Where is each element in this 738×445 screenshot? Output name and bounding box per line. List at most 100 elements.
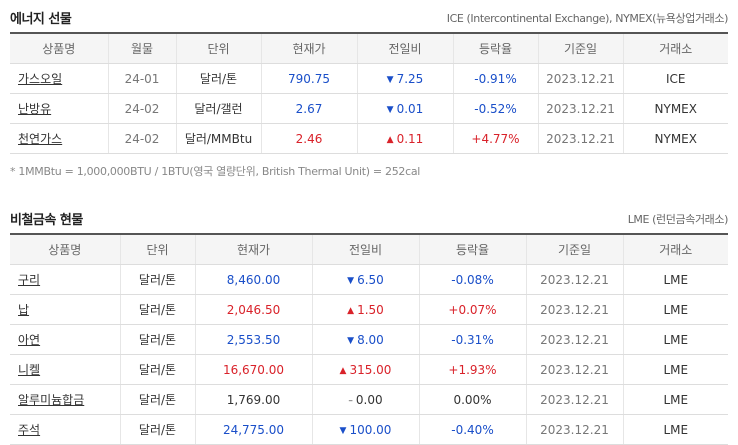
rate-cell: -0.31% bbox=[419, 324, 527, 355]
price-cell-text: 2.67 bbox=[295, 101, 323, 116]
price-cell-text: 24,775.00 bbox=[222, 422, 285, 437]
col-header-change: 전일비 bbox=[357, 33, 454, 64]
product-name-cell: 알루미늄합금 bbox=[10, 384, 121, 415]
rate-cell-text: 0.00% bbox=[453, 392, 492, 407]
triangle-up-icon: ▲ bbox=[347, 305, 355, 316]
rate-cell-text: +1.93% bbox=[448, 362, 497, 377]
product-link[interactable]: 가스오일 bbox=[18, 72, 62, 86]
triangle-down-icon: ▼ bbox=[386, 74, 394, 85]
rate-cell: +1.93% bbox=[419, 354, 527, 385]
month-cell: 24-02 bbox=[108, 93, 177, 124]
product-name-cell: 가스오일 bbox=[10, 63, 109, 94]
rate-cell: -0.40% bbox=[419, 414, 527, 445]
date-cell-text: 2023.12.21 bbox=[540, 302, 609, 317]
month-cell-text: 24-02 bbox=[124, 101, 160, 116]
change-cell: ▼ 0.01 bbox=[357, 93, 454, 124]
month-cell: 24-02 bbox=[108, 123, 177, 154]
triangle-up-icon: ▲ bbox=[339, 365, 347, 376]
product-link[interactable]: 난방유 bbox=[18, 102, 51, 116]
price-cell-text: 1,769.00 bbox=[226, 392, 281, 407]
unit-cell: 달러/톤 bbox=[120, 354, 196, 385]
dash-icon: – bbox=[348, 395, 353, 406]
price-cell: 2,553.50 bbox=[195, 324, 313, 355]
price-cell-text: 16,670.00 bbox=[222, 362, 285, 377]
table-row: 난방유 24-02 달러/갤런 2.67 ▼ 0.01 -0.52% 2023.12.21 NY… bbox=[10, 93, 728, 124]
date-cell-text: 2023.12.21 bbox=[546, 131, 615, 146]
exchange-cell: LME bbox=[623, 324, 728, 355]
product-link[interactable]: 알루미늄합금 bbox=[18, 393, 84, 407]
unit-cell: 달러/톤 bbox=[120, 294, 196, 325]
date-cell-text: 2023.12.21 bbox=[540, 272, 609, 287]
date-cell: 2023.12.21 bbox=[538, 63, 624, 94]
date-cell: 2023.12.21 bbox=[538, 93, 624, 124]
product-link[interactable]: 구리 bbox=[18, 273, 40, 287]
metals-section-header: 비철금속 현물 LME (런던금속거래소) bbox=[10, 209, 728, 229]
price-cell-text: 2,553.50 bbox=[226, 332, 281, 347]
product-name-cell: 주석 bbox=[10, 414, 121, 445]
rate-cell-text: +4.77% bbox=[471, 131, 520, 146]
product-link[interactable]: 아연 bbox=[18, 333, 40, 347]
price-cell: 2,046.50 bbox=[195, 294, 313, 325]
col-header-rate: 등락율 bbox=[453, 33, 539, 64]
rate-cell-text: -0.40% bbox=[451, 422, 494, 437]
price-cell-text: 2,046.50 bbox=[226, 302, 281, 317]
change-cell: ▼ 100.00 bbox=[312, 414, 420, 445]
exchange-cell-text: NYMEX bbox=[654, 131, 697, 146]
rate-cell-text: +0.07% bbox=[448, 302, 497, 317]
exchange-cell-text: LME bbox=[663, 332, 689, 347]
unit-cell-text: 달러/톤 bbox=[138, 273, 177, 287]
unit-cell: 달러/MMBtu bbox=[176, 123, 262, 154]
col-header-date: 기준일 bbox=[538, 33, 624, 64]
table-row: 가스오일 24-01 달러/톤 790.75 ▼ 7.25 -0.91% 2023.12.21… bbox=[10, 63, 728, 94]
unit-cell-text: 달러/톤 bbox=[199, 72, 238, 86]
date-cell-text: 2023.12.21 bbox=[546, 101, 615, 116]
unit-cell-text: 달러/톤 bbox=[138, 423, 177, 437]
unit-cell: 달러/톤 bbox=[176, 63, 262, 94]
rate-cell-text: -0.31% bbox=[451, 332, 494, 347]
col-header-unit: 단위 bbox=[176, 33, 262, 64]
change-value: 0.01 bbox=[396, 101, 424, 116]
product-link[interactable]: 주석 bbox=[18, 423, 40, 437]
date-cell: 2023.12.21 bbox=[526, 264, 624, 295]
col-header-month: 월물 bbox=[108, 33, 177, 64]
date-cell-text: 2023.12.21 bbox=[540, 332, 609, 347]
unit-cell-text: 달러/톤 bbox=[138, 303, 177, 317]
energy-section-header: 에너지 선물 ICE (Intercontinental Exchange), … bbox=[10, 8, 728, 28]
product-name-cell: 구리 bbox=[10, 264, 121, 295]
date-cell: 2023.12.21 bbox=[526, 324, 624, 355]
rate-cell: -0.91% bbox=[453, 63, 539, 94]
col-header-name: 상품명 bbox=[10, 234, 121, 265]
exchange-cell: LME bbox=[623, 294, 728, 325]
unit-cell-text: 달러/톤 bbox=[138, 363, 177, 377]
change-value: 6.50 bbox=[357, 272, 384, 287]
table-row: 구리 달러/톤 8,460.00 ▼ 6.50 -0.08% 2023.12.21 LME bbox=[10, 264, 728, 295]
exchange-cell: ICE bbox=[623, 63, 728, 94]
date-cell-text: 2023.12.21 bbox=[540, 422, 609, 437]
table-row: 아연 달러/톤 2,553.50 ▼ 8.00 -0.31% 2023.12.21 LME bbox=[10, 324, 728, 355]
metals-section-title: 비철금속 현물 bbox=[10, 213, 83, 228]
product-name-cell: 난방유 bbox=[10, 93, 109, 124]
energy-header-row: 상품명 월물 단위 현재가 전일비 등락율 기준일 거래소 bbox=[10, 33, 728, 64]
change-value: 0.11 bbox=[396, 131, 424, 146]
metals-header-row: 상품명 단위 현재가 전일비 등락율 기준일 거래소 bbox=[10, 234, 728, 265]
col-header-name: 상품명 bbox=[10, 33, 109, 64]
product-link[interactable]: 니켈 bbox=[18, 363, 40, 377]
change-cell: ▲ 0.11 bbox=[357, 123, 454, 154]
triangle-down-icon: ▼ bbox=[347, 335, 355, 346]
product-name-cell: 천연가스 bbox=[10, 123, 109, 154]
col-header-price: 현재가 bbox=[195, 234, 313, 265]
triangle-down-icon: ▼ bbox=[347, 275, 355, 286]
unit-cell-text: 달러/MMBtu bbox=[184, 132, 253, 146]
product-link[interactable]: 납 bbox=[18, 303, 29, 317]
price-cell: 790.75 bbox=[261, 63, 358, 94]
unit-cell: 달러/톤 bbox=[120, 414, 196, 445]
price-cell: 2.46 bbox=[261, 123, 358, 154]
change-value: 1.50 bbox=[357, 302, 384, 317]
table-row: 납 달러/톤 2,046.50 ▲ 1.50 +0.07% 2023.12.21 LME bbox=[10, 294, 728, 325]
change-value: 8.00 bbox=[357, 332, 384, 347]
change-cell: –0.00 bbox=[312, 384, 420, 415]
rate-cell: +0.07% bbox=[419, 294, 527, 325]
triangle-down-icon: ▼ bbox=[386, 104, 394, 115]
rate-cell: +4.77% bbox=[453, 123, 539, 154]
product-link[interactable]: 천연가스 bbox=[18, 132, 62, 146]
